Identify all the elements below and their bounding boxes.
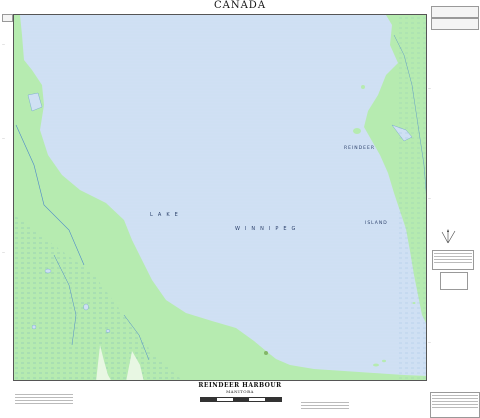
grid-tick: — <box>2 250 5 254</box>
right-margin-index-block <box>431 18 479 30</box>
right-margin-locator-map <box>440 272 468 290</box>
right-margin-adjoining-sheets <box>432 250 474 270</box>
sheet-title: REINDEER HARBOUR <box>198 382 282 389</box>
grid-tick: — <box>2 136 5 140</box>
lake-name-word-1: LAKE <box>150 212 183 218</box>
reindeer-label: REINDEER <box>344 146 375 151</box>
grid-tick: — <box>428 340 431 344</box>
right-margin-legend <box>430 392 480 418</box>
map-frame <box>13 14 427 381</box>
grid-tick: — <box>428 196 431 200</box>
grid-tick: — <box>428 86 431 90</box>
topographic-map-sheet: CANADA LAKE WINNIPEG REINDEER ISLAND — —… <box>0 0 480 418</box>
footer-center-notes <box>300 400 350 414</box>
lake-name-word-2: WINNIPEG <box>235 226 301 232</box>
right-margin-title-block <box>431 6 479 18</box>
country-heading: CANADA <box>213 0 267 11</box>
scale-bar <box>200 397 282 402</box>
north-arrow-diagram <box>438 228 468 244</box>
island-label: ISLAND <box>365 221 388 226</box>
left-margin-info-block <box>2 14 13 22</box>
grid-tick: — <box>2 42 5 46</box>
footer-left-notes <box>14 392 74 412</box>
